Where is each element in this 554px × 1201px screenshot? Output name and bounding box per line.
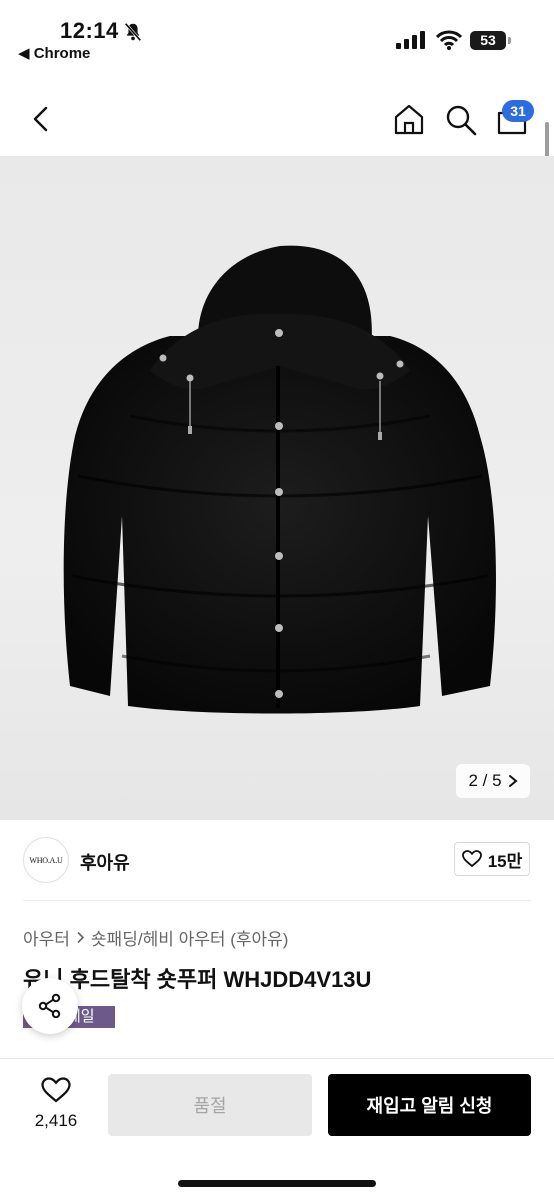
brand-like-count: 15만: [487, 851, 523, 871]
divider: [23, 900, 531, 901]
wishlist-count: 2,416: [34, 1111, 78, 1130]
search-icon[interactable]: [444, 103, 478, 137]
battery-icon: 53: [470, 31, 506, 50]
gallery-pager[interactable]: 2 / 5: [456, 764, 530, 798]
product-title: 유니 후드탈착 숏푸퍼 WHJDD4V13U: [23, 967, 372, 992]
soldout-button: 품절: [108, 1074, 312, 1136]
share-button[interactable]: [22, 978, 78, 1034]
pager-text: 2 / 5: [468, 771, 502, 790]
signal-icon: [396, 31, 425, 49]
brand-like-button[interactable]: 15만: [454, 842, 530, 876]
restock-alert-button[interactable]: 재입고 알림 신청: [328, 1074, 531, 1136]
status-time: 12:14: [60, 18, 119, 43]
wifi-icon: [436, 30, 462, 50]
home-indicator[interactable]: [178, 1180, 376, 1187]
bell-muted-icon: [124, 22, 142, 42]
status-bar: 12:14 ◀ Chrome 53: [0, 0, 554, 80]
battery-cap: [508, 37, 511, 44]
back-to-chrome[interactable]: ◀ Chrome: [18, 44, 90, 62]
brand-logo-text: WHO.A.U: [29, 855, 63, 865]
brand-logo[interactable]: WHO.A.U: [23, 837, 69, 883]
product-image: [63, 245, 496, 714]
home-icon[interactable]: [392, 102, 426, 136]
share-icon: [38, 993, 61, 1019]
breadcrumb-item-padding[interactable]: 숏패딩/헤비 아우터 (후아유): [91, 925, 289, 950]
back-icon[interactable]: [26, 104, 56, 134]
brand-name[interactable]: 후아유: [80, 849, 130, 875]
chevron-right-icon: [508, 775, 518, 787]
heart-icon: [461, 850, 482, 868]
wishlist-button[interactable]: 2,416: [28, 1077, 84, 1131]
brand-row: WHO.A.U 후아유 15만: [0, 820, 554, 902]
breadcrumb-item-outer[interactable]: 아우터: [23, 925, 70, 950]
heart-icon: [41, 1077, 71, 1103]
cart-count-badge: 31: [502, 100, 534, 122]
product-image-gallery[interactable]: 2 / 5: [0, 156, 554, 820]
top-nav: 31: [0, 80, 554, 156]
chevron-right-icon: [77, 931, 85, 944]
breadcrumb: 아우터 숏패딩/헤비 아우터 (후아유): [23, 925, 288, 950]
